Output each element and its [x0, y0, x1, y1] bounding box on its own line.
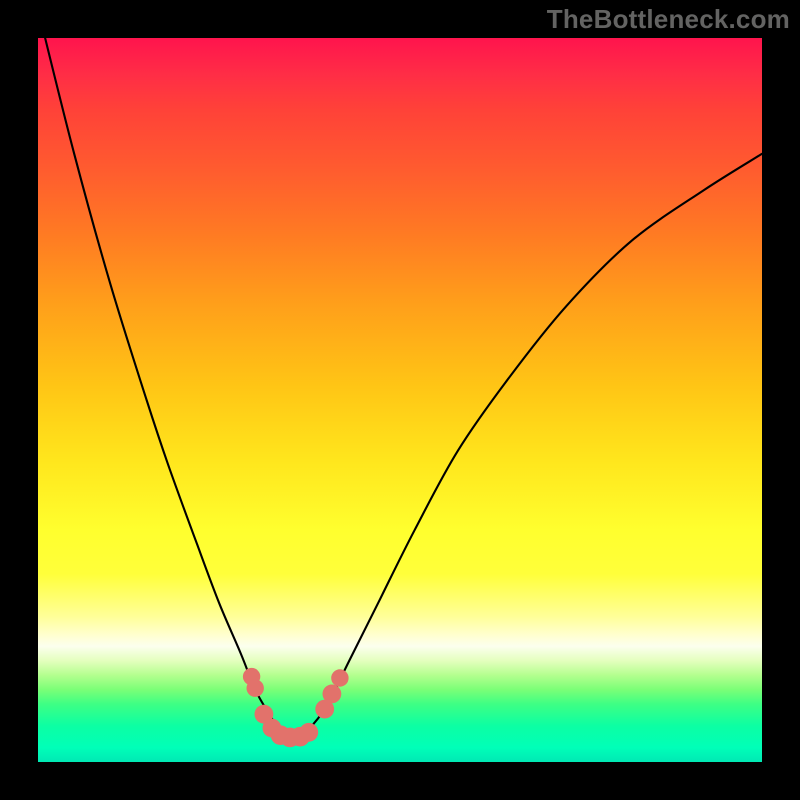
curve-marker	[323, 685, 342, 704]
bottleneck-curve	[38, 38, 762, 738]
curve-marker	[247, 680, 264, 697]
curve-marker	[299, 723, 318, 742]
watermark-text: TheBottleneck.com	[547, 4, 790, 35]
curve-layer	[38, 38, 762, 762]
curve-marker	[331, 669, 348, 686]
curve-markers	[243, 668, 349, 747]
plot-area	[38, 38, 762, 762]
chart-frame: TheBottleneck.com	[0, 0, 800, 800]
